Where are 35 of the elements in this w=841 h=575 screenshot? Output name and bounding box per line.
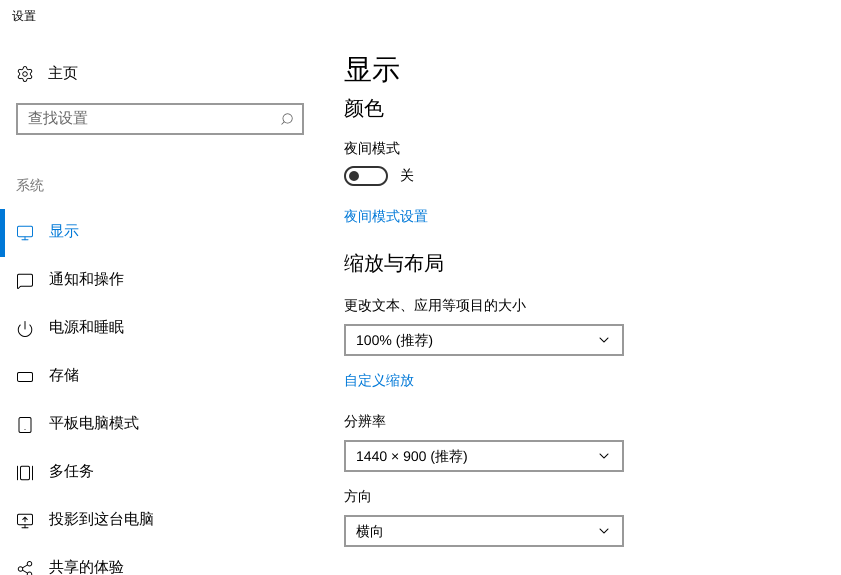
- page-title: 显示: [344, 53, 401, 87]
- nodes-icon: [16, 560, 34, 575]
- custom-scale-link[interactable]: 自定义缩放: [344, 370, 624, 391]
- search-icon: [280, 112, 294, 126]
- setting-label: 分辨率: [344, 412, 387, 431]
- setting-label: 更改文本、应用等项目的大小: [344, 296, 527, 315]
- speech-bubble-icon: [16, 272, 34, 290]
- power-icon: [16, 320, 34, 338]
- nav-item[interactable]: 投影到这台电脑: [0, 496, 320, 544]
- nav-item[interactable]: 显示: [0, 208, 320, 256]
- window-title: 设置: [12, 8, 37, 25]
- windows-icon: [16, 464, 34, 482]
- toggle-switch[interactable]: [344, 166, 388, 186]
- settings-icon: [16, 65, 34, 84]
- toggle-state: 关: [400, 166, 414, 185]
- setting-label: 夜间模式: [344, 139, 401, 158]
- setting-label: 方向: [344, 487, 373, 506]
- section-heading: 缩放与布局: [344, 252, 445, 277]
- dropdown[interactable]: 横向: [344, 515, 624, 547]
- nav-item[interactable]: 平板电脑模式: [0, 400, 320, 448]
- nav-item[interactable]: 存储: [0, 352, 320, 400]
- nav-item[interactable]: 共享的体验: [0, 544, 320, 575]
- nav-item[interactable]: 多任务: [0, 448, 320, 496]
- dropdown[interactable]: 100% (推荐): [344, 324, 624, 356]
- nav-item[interactable]: 电源和睡眠: [0, 304, 320, 352]
- nav-item[interactable]: 通知和操作: [0, 256, 320, 304]
- section-heading: 颜色: [344, 97, 385, 122]
- screens-icon: [16, 512, 34, 530]
- night-mode-link[interactable]: 夜间模式设置: [344, 206, 624, 227]
- search-field[interactable]: 查找设置: [16, 102, 304, 134]
- dropdown[interactable]: 1440 × 900 (推荐): [344, 440, 624, 472]
- monitor-icon: [16, 224, 34, 242]
- home-link[interactable]: 主页: [16, 63, 320, 86]
- tablet-icon: [16, 416, 34, 434]
- section-label: 系统: [16, 176, 45, 194]
